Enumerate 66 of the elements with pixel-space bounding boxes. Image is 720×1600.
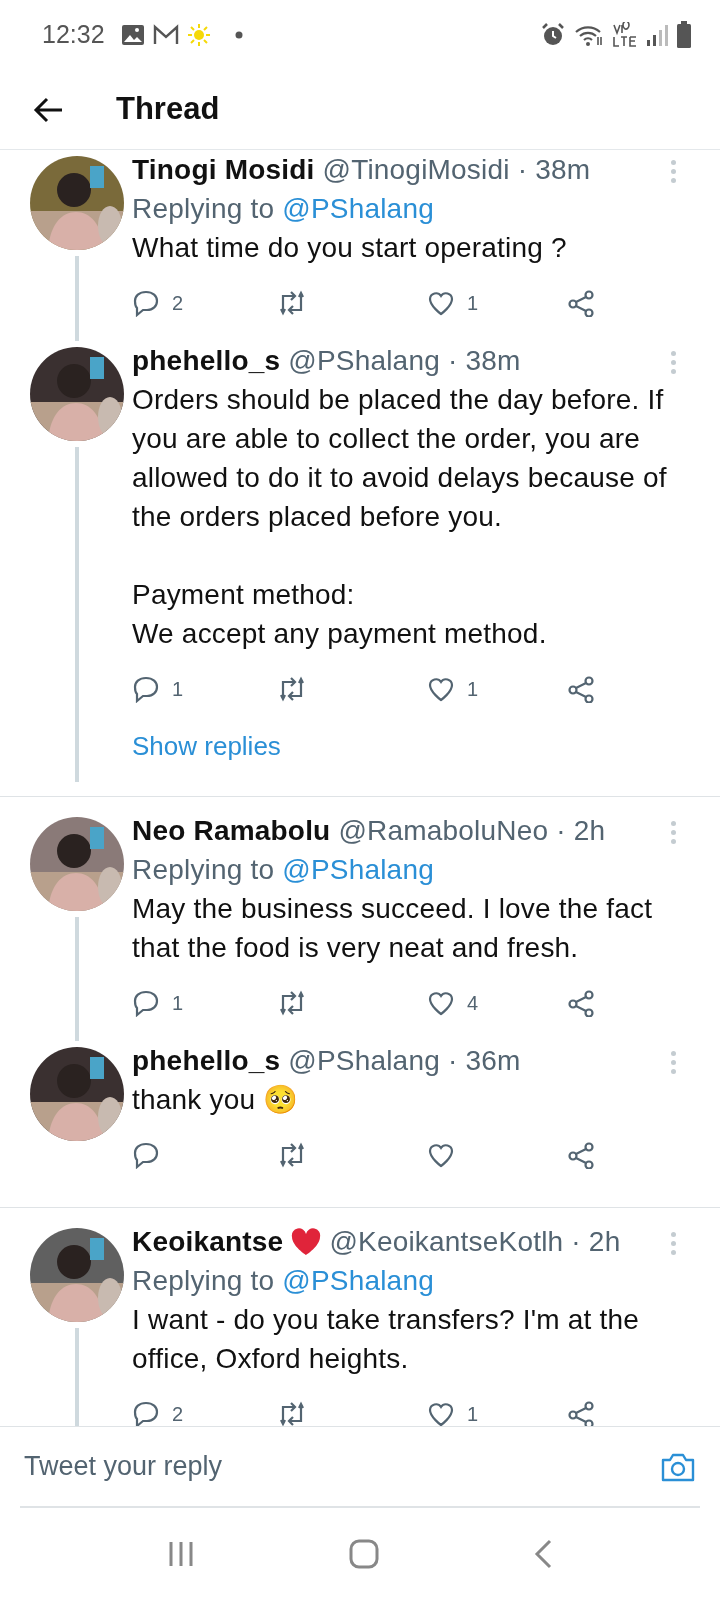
reply-icon[interactable] (132, 989, 160, 1017)
user-name: Neo Ramabolu (132, 814, 331, 848)
user-name: phehello_s (132, 344, 281, 378)
user-handle: @PShalang · 36m (288, 1044, 521, 1078)
tweet-text: I want - do you take transfers? I'm at the office, Oxford heights. (132, 1303, 641, 1376)
user-name: Keoikantse (132, 1225, 284, 1259)
tweet-text: May the business succeed. I love the fact that the food is very neat and fresh. (132, 892, 654, 965)
mention-link[interactable]: @PShalang (282, 1265, 434, 1296)
back-icon[interactable] (32, 95, 64, 124)
mention-link[interactable]: @PShalang (282, 193, 434, 224)
status-time: 12:32 (42, 19, 105, 51)
retweet-icon[interactable] (277, 675, 305, 703)
page-title: Thread (116, 90, 220, 129)
reply-icon[interactable] (132, 1400, 160, 1426)
user-handle: @PShalang · 38m (288, 344, 521, 378)
reply-icon[interactable] (132, 1141, 160, 1169)
replying-label: Replying to (132, 193, 275, 224)
signal-icon (646, 23, 668, 47)
reply-count: 2 (172, 1401, 184, 1426)
heart-icon[interactable] (427, 289, 455, 317)
user-name: Tinogi Mosidi (132, 153, 315, 187)
share-icon[interactable] (567, 675, 595, 703)
user-handle: @RamaboluNeo · 2h (338, 814, 606, 848)
share-icon[interactable] (567, 989, 595, 1017)
tweet-text: Orders should be placed the day before. If you are able to collect the order, you are allowed to do it to avoid delays because of the orders placed before you. (132, 383, 668, 534)
image-icon (120, 24, 145, 46)
mention-link[interactable]: @PShalang (282, 854, 434, 885)
reply-icon[interactable] (132, 675, 160, 703)
replying-label: Replying to (132, 1265, 275, 1296)
tweet-text: Payment method: We accept any payment method. (132, 578, 548, 651)
replying-label: Replying to (132, 854, 275, 885)
share-icon[interactable] (567, 289, 595, 317)
like-count: 1 (467, 290, 479, 316)
show-replies-link[interactable]: Show replies (132, 727, 281, 766)
user-handle: @TinogiMosidi · 38m (322, 153, 591, 187)
like-count: 1 (467, 676, 479, 702)
heart-icon[interactable] (427, 675, 455, 703)
recents-icon[interactable] (167, 1540, 194, 1568)
back-nav-icon[interactable] (534, 1539, 553, 1569)
reply-count: 1 (172, 676, 184, 702)
dot-icon (234, 31, 243, 39)
retweet-icon[interactable] (277, 1141, 305, 1169)
like-count: 1 (467, 1401, 479, 1426)
share-icon[interactable] (567, 1400, 595, 1426)
heart-icon[interactable] (427, 989, 455, 1017)
heart-icon[interactable] (427, 1400, 455, 1426)
tweet-text: What time do you start operating ? (132, 231, 568, 265)
mail-icon (152, 24, 179, 46)
retweet-icon[interactable] (277, 989, 305, 1017)
share-icon[interactable] (567, 1141, 595, 1169)
retweet-icon[interactable] (277, 289, 305, 317)
home-icon[interactable] (349, 1539, 379, 1569)
volte-icon (612, 22, 638, 48)
like-count: 4 (467, 990, 479, 1016)
reply-icon[interactable] (132, 289, 160, 317)
reply-count: 2 (172, 290, 184, 316)
user-handle: @KeoikantseKotlh · 2h (329, 1225, 621, 1259)
battery-icon (676, 21, 692, 49)
wifi-icon (574, 23, 604, 47)
tweet-text: thank you 🥺 (132, 1083, 300, 1117)
retweet-icon[interactable] (277, 1400, 305, 1426)
alarm-icon (540, 22, 566, 48)
sun-icon (186, 23, 211, 47)
heart-icon[interactable] (427, 1141, 455, 1169)
user-name: phehello_s (132, 1044, 281, 1078)
reply-count: 1 (172, 990, 184, 1016)
